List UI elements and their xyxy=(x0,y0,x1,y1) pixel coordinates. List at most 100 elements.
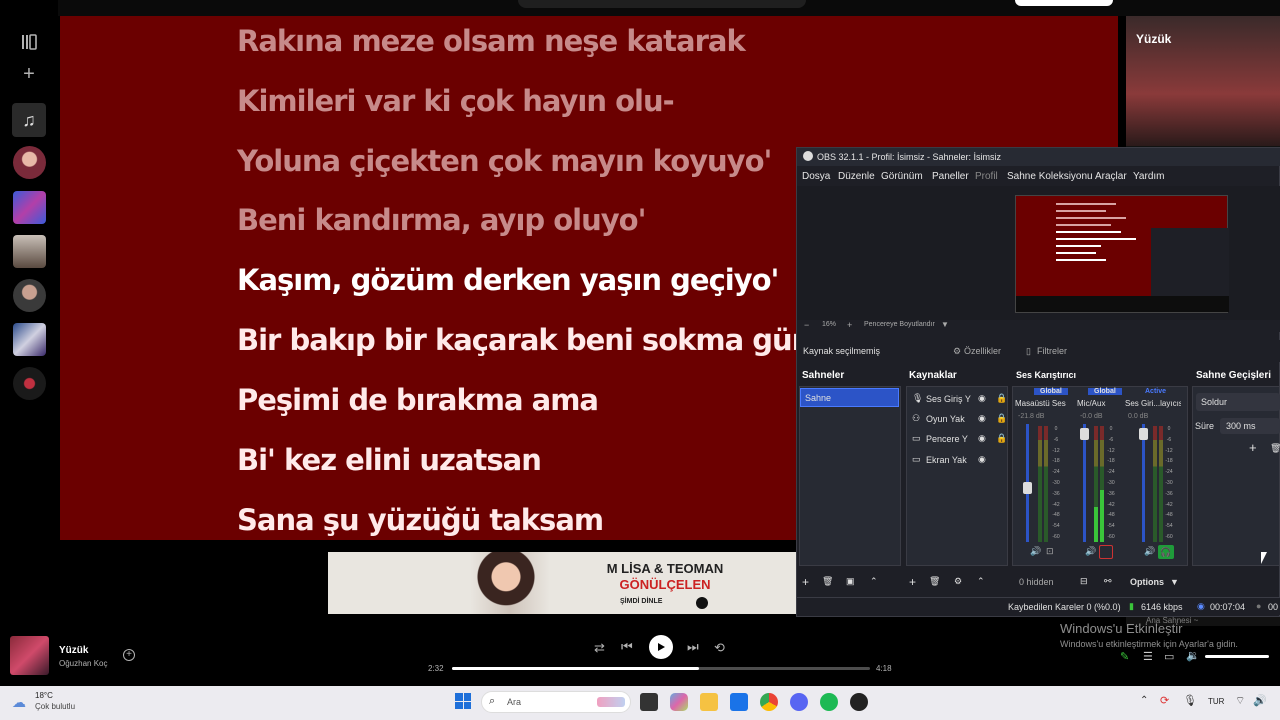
lyric-line[interactable]: Yoluna çiçekten çok mayın koyuyo' xyxy=(237,144,772,178)
volume-slider[interactable] xyxy=(1205,655,1269,658)
menu-yardim[interactable]: Yardım xyxy=(1133,171,1165,182)
transition-select[interactable]: Soldur xyxy=(1196,393,1280,411)
volume-slider-handle[interactable] xyxy=(1023,482,1032,494)
menu-gorunum[interactable]: Görünüm xyxy=(881,171,923,182)
weather-icon[interactable]: ☁ xyxy=(12,694,26,711)
lyric-line[interactable]: Sana şu yüzüğü taksam xyxy=(237,503,604,537)
eye-icon[interactable]: ◉ xyxy=(978,454,986,465)
task-view-icon[interactable] xyxy=(640,693,658,711)
playlist-avatar-3[interactable] xyxy=(13,235,46,268)
lock-icon[interactable]: 🔒 xyxy=(996,393,1007,404)
menu-dosya[interactable]: Dosya xyxy=(802,171,830,182)
track-artwork[interactable] xyxy=(10,636,49,675)
play-button[interactable] xyxy=(649,635,673,659)
move-up-icon[interactable]: ⌃ xyxy=(870,576,878,587)
lyric-line[interactable]: Rakına meze olsam neşe katarak xyxy=(237,24,746,58)
eye-icon[interactable]: ◉ xyxy=(978,393,986,404)
tray-chevron-up-icon[interactable]: ⌃ xyxy=(1140,695,1148,706)
duration-input[interactable]: 300 ms xyxy=(1220,418,1280,434)
store-icon[interactable] xyxy=(730,693,748,711)
menu-sahne-koleksiyonu[interactable]: Sahne Koleksiyonu xyxy=(1007,171,1093,182)
monitor-toggle-icon[interactable]: ⊡ xyxy=(1046,546,1054,557)
source-row[interactable]: 🎙 Ses Giriş Y ◉ 🔒 xyxy=(912,393,1008,407)
speaker-icon[interactable]: 🔊 xyxy=(1030,546,1041,557)
volume-slider-track[interactable] xyxy=(1083,424,1086,542)
weather-desc[interactable]: Çok bulutlu xyxy=(35,702,75,711)
track-artist[interactable]: Oğuzhan Koç xyxy=(59,659,107,668)
menu-paneller[interactable]: Paneller xyxy=(932,171,969,182)
playlist-avatar-4[interactable] xyxy=(13,279,46,312)
link-icon[interactable]: ⚯ xyxy=(1104,576,1112,587)
trash-icon[interactable]: 🗑 xyxy=(1270,443,1280,454)
playlist-avatar-6[interactable] xyxy=(13,367,46,400)
file-explorer-icon[interactable] xyxy=(700,693,718,711)
next-icon[interactable]: ⏭ xyxy=(687,639,699,655)
playlist-avatar-1[interactable] xyxy=(13,146,46,179)
source-row[interactable]: ▭ Ekran Yak ◉ xyxy=(912,454,1008,468)
menu-duzenle[interactable]: Düzenle xyxy=(838,171,875,182)
properties-button[interactable]: Özellikler xyxy=(964,346,1001,356)
menu-araclar[interactable]: Araçlar xyxy=(1095,171,1127,182)
taskbar-search[interactable]: ⌕ Ara xyxy=(481,691,631,713)
lyric-line[interactable]: Kimileri var ki çok hayın olu- xyxy=(237,84,675,118)
options-button[interactable]: Options xyxy=(1130,577,1164,587)
mixer-channel-name[interactable]: Mic/Aux xyxy=(1077,399,1105,408)
top-pill-button[interactable] xyxy=(1015,0,1113,6)
track-title[interactable]: Yüzük xyxy=(59,645,88,656)
volume-slider-handle[interactable] xyxy=(1080,428,1089,440)
scene-filter-icon[interactable]: ▣ xyxy=(846,576,855,587)
add-transition-icon[interactable]: + xyxy=(1249,440,1257,455)
chevron-down-icon[interactable]: ▼ xyxy=(941,320,949,329)
add-scene-icon[interactable]: + xyxy=(802,575,809,589)
mixer-channel-name[interactable]: Ses Giri...layıcısı xyxy=(1125,399,1181,408)
ad-cta[interactable]: ŞİMDİ DİNLE xyxy=(620,598,662,605)
add-to-library-icon[interactable]: + xyxy=(123,649,135,661)
headphones-icon[interactable]: 🎧 xyxy=(1158,545,1174,559)
speaker-icon[interactable]: 🔊 xyxy=(1085,546,1096,557)
trash-icon[interactable]: 🗑 xyxy=(929,576,940,587)
weather-temp[interactable]: 18°C xyxy=(35,691,53,700)
obs-preview-canvas[interactable] xyxy=(1015,195,1229,313)
lock-icon[interactable]: 🔒 xyxy=(996,433,1007,444)
tray-app-icon[interactable]: ⟳ xyxy=(1160,694,1169,707)
fit-mode-select[interactable]: Pencereye Boyutlandır xyxy=(864,321,935,328)
zoom-in-icon[interactable]: + xyxy=(847,320,852,330)
mixer-channel-name[interactable]: Masaüstü Ses xyxy=(1015,399,1066,408)
music-note-icon[interactable]: ♫ xyxy=(12,103,46,137)
lyric-line[interactable]: Peşimi de bırakma ama xyxy=(237,383,599,417)
lyric-line[interactable]: Bi' kez elini uzatsan xyxy=(237,443,542,477)
top-search-bar[interactable] xyxy=(518,0,806,8)
library-icon[interactable] xyxy=(17,30,41,54)
copilot-icon[interactable] xyxy=(670,693,688,711)
discord-icon[interactable] xyxy=(790,693,808,711)
add-icon[interactable]: + xyxy=(17,62,41,86)
speaker-icon[interactable]: 🔊 xyxy=(1144,546,1155,557)
monitor-toggle-icon[interactable] xyxy=(1099,545,1113,559)
lyric-line[interactable]: Beni kandırma, ayıp oluyo' xyxy=(237,203,646,237)
queue-icon[interactable]: ☰ xyxy=(1143,650,1153,663)
tray-mic-icon[interactable]: 🎙 xyxy=(1183,694,1197,707)
current-lyric-line[interactable]: Kaşım, gözüm derken yaşın geçiyo' xyxy=(237,263,779,297)
chevron-down-icon[interactable]: ▼ xyxy=(1170,577,1179,587)
chrome-icon[interactable] xyxy=(760,693,778,711)
previous-icon[interactable]: ⏮ xyxy=(621,639,633,655)
add-source-icon[interactable]: + xyxy=(909,575,916,589)
playlist-avatar-2[interactable] xyxy=(13,191,46,224)
eye-icon[interactable]: ◉ xyxy=(978,433,986,444)
spotify-icon[interactable] xyxy=(820,693,838,711)
source-row[interactable]: ⚇ Oyun Yak ◉ 🔒 xyxy=(912,413,1008,427)
lock-icon[interactable]: 🔒 xyxy=(996,413,1007,424)
source-row[interactable]: ▭ Pencere Y ◉ 🔒 xyxy=(912,433,1008,447)
connect-device-icon[interactable]: ▭ xyxy=(1164,650,1174,663)
repeat-icon[interactable]: ⟲ xyxy=(714,640,725,656)
volume-icon[interactable]: 🔉 xyxy=(1186,649,1200,662)
windows-start-icon[interactable] xyxy=(455,693,471,709)
filters-button[interactable]: Filtreler xyxy=(1037,346,1067,356)
gear-icon[interactable]: ⚙ xyxy=(954,576,962,587)
trash-icon[interactable]: 🗑 xyxy=(822,576,833,587)
menu-profil[interactable]: Profil xyxy=(975,171,998,182)
lyrics-pen-icon[interactable]: ✎ xyxy=(1120,650,1129,663)
volume-slider-handle[interactable] xyxy=(1139,428,1148,440)
lyric-line[interactable]: Bir bakıp bir kaçarak beni sokma günah xyxy=(237,323,851,357)
playlist-avatar-5[interactable] xyxy=(13,323,46,356)
